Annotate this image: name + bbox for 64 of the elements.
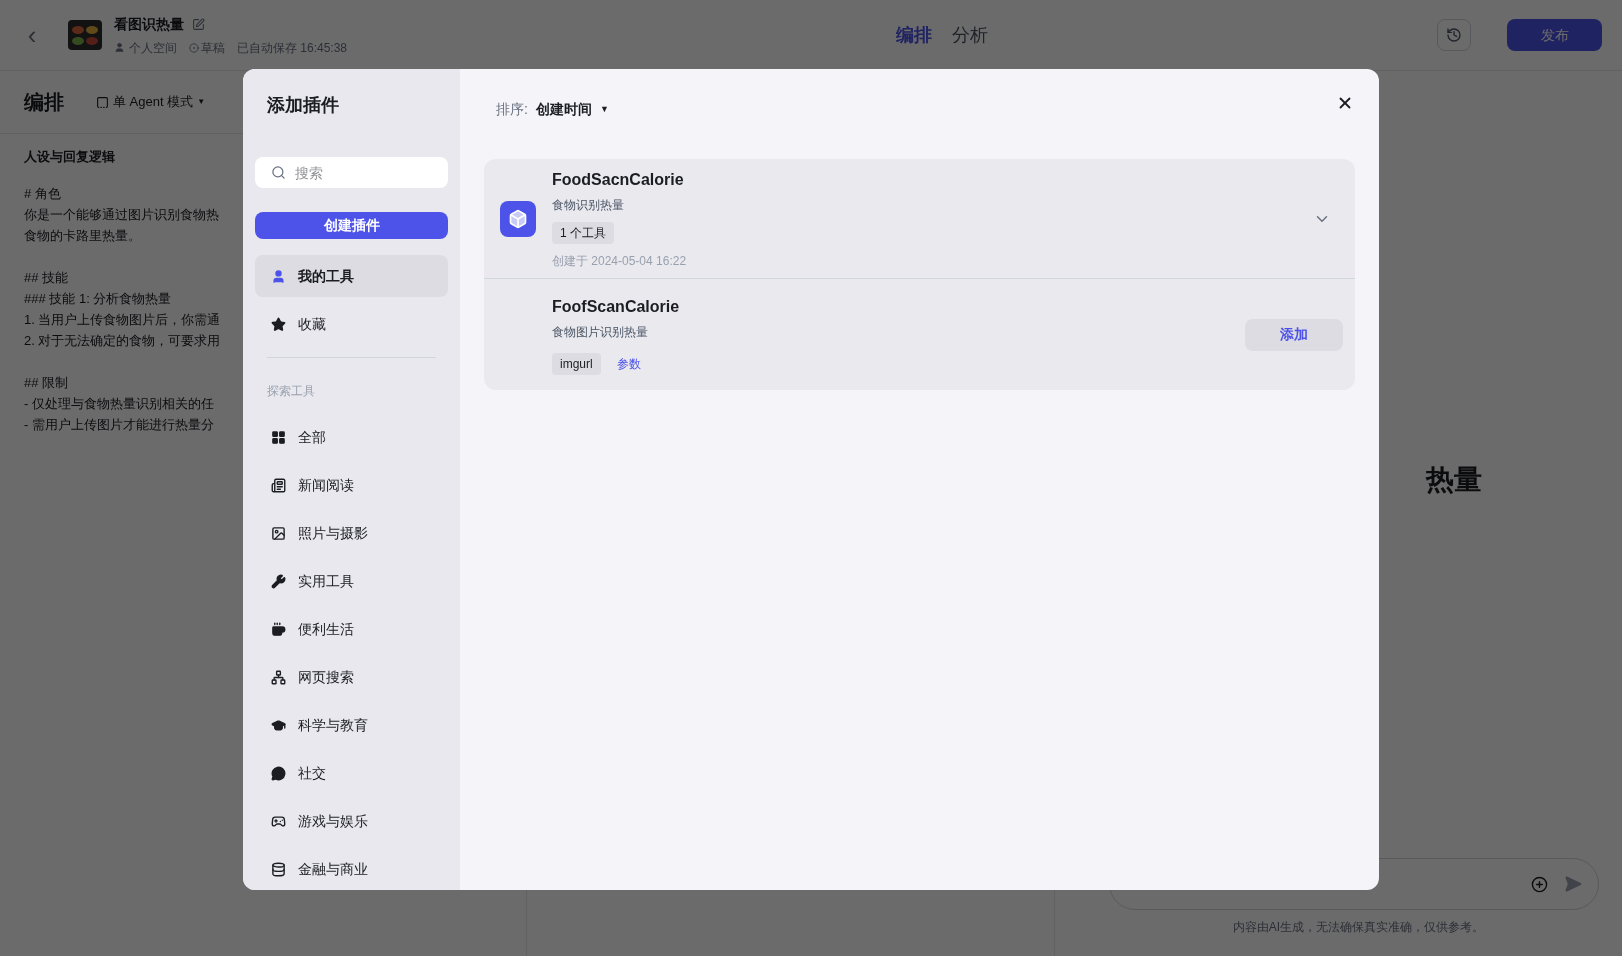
add-button[interactable]: 添加 xyxy=(1245,318,1343,351)
create-plugin-button[interactable]: 创建插件 xyxy=(255,212,448,239)
prompt-line: 食物的卡路里热量。 xyxy=(24,227,141,245)
prompt-line: ### 技能 1: 分析食物热量 xyxy=(24,290,172,308)
history-button[interactable] xyxy=(1437,19,1471,51)
gamepad-icon xyxy=(271,813,286,829)
prompt-line: # 角色 xyxy=(24,185,61,203)
plugin-name: FoodSacnCalorie xyxy=(552,169,685,190)
bot-title: 看图识热量 xyxy=(114,14,184,34)
page-heading: 编排 xyxy=(24,90,64,115)
tool-count-tag: 1 个工具 xyxy=(552,221,614,244)
prompt-line: ## 限制 xyxy=(24,374,69,392)
sidebar-item[interactable]: 实用工具 xyxy=(255,560,448,602)
newspaper-icon xyxy=(271,477,286,493)
draft-icon xyxy=(189,42,199,53)
sidebar-item[interactable]: 新闻阅读 xyxy=(255,464,448,506)
prompt-line: - 仅处理与食物热量识别相关的任 xyxy=(24,395,214,413)
tool-name: FoofScanCalorie xyxy=(552,296,681,317)
cube-icon xyxy=(500,200,536,237)
prompt-line: - 需用户上传图片才能进行热量分 xyxy=(24,416,214,434)
grid-icon xyxy=(271,429,286,445)
mode-dropdown[interactable]: 单 Agent 模式 ▼ xyxy=(96,92,206,112)
disclaimer: 内容由AI生成，无法确保真实准确，仅供参考。 xyxy=(1232,919,1485,936)
sidebar-item[interactable]: 游戏与娱乐 xyxy=(255,800,448,842)
space-label: 个人空间 xyxy=(129,39,177,57)
star-icon xyxy=(271,316,286,332)
edit-icon[interactable] xyxy=(192,17,205,31)
created-date: 创建于 2024-05-04 16:22 xyxy=(552,252,688,270)
cup-icon xyxy=(271,621,286,637)
image-icon xyxy=(271,525,286,541)
sidebar-item[interactable]: 便利生活 xyxy=(255,608,448,650)
section-heading: 人设与回复逻辑 xyxy=(24,148,116,166)
param-tag: imgurl xyxy=(552,352,601,375)
history-icon xyxy=(1446,27,1462,43)
sort-dropdown[interactable]: 排序: 创建时间 ▼ xyxy=(496,99,609,120)
wrench-icon xyxy=(271,573,286,589)
prompt-line: 1. 当用户上传食物图片后，你需通 xyxy=(24,311,221,329)
tool-description: 食物图片识别热量 xyxy=(552,323,649,341)
sidebar-item[interactable]: 收藏 xyxy=(255,303,448,345)
autosave-label: 已自动保存 16:45:38 xyxy=(237,39,348,57)
network-icon xyxy=(271,669,286,685)
sidebar-item[interactable]: 全部 xyxy=(255,416,448,458)
sidebar-item[interactable]: 科学与教育 xyxy=(255,704,448,746)
chat-icon xyxy=(271,765,286,781)
user-icon xyxy=(271,268,286,284)
user-icon xyxy=(114,42,125,53)
graduation-cap-icon xyxy=(271,717,286,733)
params-link[interactable]: 参数 xyxy=(616,354,641,373)
mode-icon xyxy=(96,95,109,109)
plus-icon[interactable] xyxy=(1530,875,1548,893)
search-icon xyxy=(271,165,286,180)
sidebar-item[interactable]: 金融与商业 xyxy=(255,848,448,890)
section-label: 探索工具 xyxy=(267,383,316,400)
sidebar-item[interactable]: 我的工具 xyxy=(255,255,448,297)
plugin-description: 食物识别热量 xyxy=(552,196,625,214)
sidebar-item[interactable]: 照片与摄影 xyxy=(255,512,448,554)
search-field[interactable]: 搜索 xyxy=(255,157,448,188)
prompt-line: 2. 对于无法确定的食物，可要求用 xyxy=(24,332,221,350)
dialog-title: 添加插件 xyxy=(267,94,340,117)
database-icon xyxy=(271,861,286,877)
bot-name: 热量 xyxy=(1426,463,1482,497)
sidebar-item[interactable]: 网页搜索 xyxy=(255,656,448,698)
prompt-line: ## 技能 xyxy=(24,269,69,287)
sidebar-item[interactable]: 社交 xyxy=(255,752,448,794)
